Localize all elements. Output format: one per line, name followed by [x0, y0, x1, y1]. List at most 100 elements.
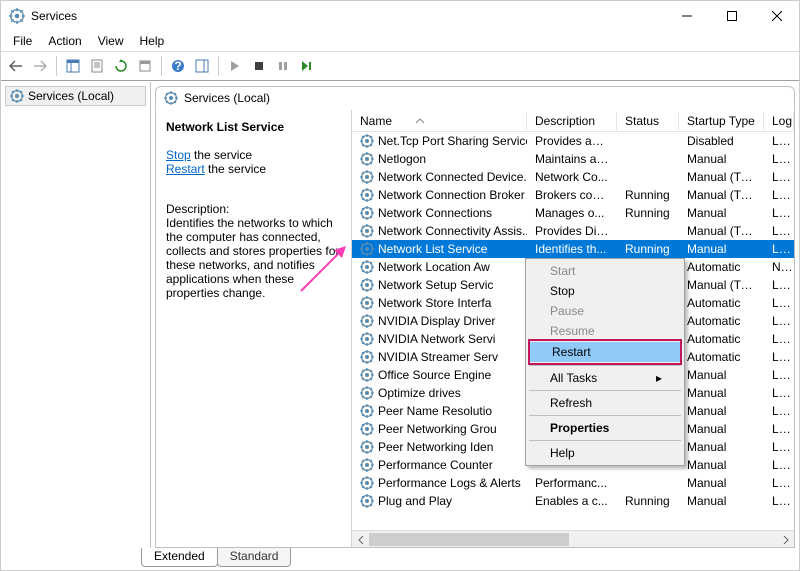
cell-startup: Automatic [679, 332, 764, 346]
refresh-button[interactable] [110, 55, 132, 77]
start-service-button[interactable] [224, 55, 246, 77]
cell-logon: Loc [764, 386, 794, 400]
ctx-restart[interactable]: Restart [530, 342, 680, 362]
cell-logon: Loc [764, 404, 794, 418]
cell-name: Netlogon [378, 152, 426, 166]
cell-name: NVIDIA Network Servi [378, 332, 495, 346]
cell-status: Running [617, 188, 679, 202]
gear-icon [164, 91, 178, 105]
tab-standard[interactable]: Standard [217, 548, 292, 567]
show-hide-tree-button[interactable] [62, 55, 84, 77]
table-row[interactable]: Network ConnectionsManages o...RunningMa… [352, 204, 794, 222]
tree-node-services-local[interactable]: Services (Local) [5, 86, 146, 106]
cell-name: Plug and Play [378, 494, 452, 508]
menu-view[interactable]: View [90, 32, 132, 50]
help-button[interactable]: ? [167, 55, 189, 77]
cell-startup: Manual [679, 440, 764, 454]
cell-description: Provides abi... [527, 134, 617, 148]
minimize-button[interactable] [664, 1, 709, 31]
gear-icon [360, 224, 374, 238]
cell-startup: Disabled [679, 134, 764, 148]
col-startup[interactable]: Startup Type [679, 112, 764, 130]
gear-icon [360, 170, 374, 184]
cell-logon: Loc [764, 224, 794, 238]
ctx-all-tasks[interactable]: All Tasks▸ [528, 368, 682, 388]
properties-button[interactable] [134, 55, 156, 77]
back-button[interactable] [5, 55, 27, 77]
col-name[interactable]: Name [352, 112, 527, 130]
ctx-stop[interactable]: Stop [528, 281, 682, 301]
table-row[interactable]: Network Connection BrokerBrokers con...R… [352, 186, 794, 204]
menu-action[interactable]: Action [40, 32, 89, 50]
cell-logon: Loc [764, 458, 794, 472]
maximize-button[interactable] [709, 1, 754, 31]
cell-startup: Manual (Trig... [679, 278, 764, 292]
gear-icon [360, 206, 374, 220]
stop-service-button[interactable] [248, 55, 270, 77]
detail-pane: Network List Service Stop the service Re… [156, 110, 351, 547]
table-row[interactable]: Performance Logs & AlertsPerformanc...Ma… [352, 474, 794, 492]
cell-logon: Net [764, 260, 794, 274]
ctx-refresh[interactable]: Refresh [528, 393, 682, 413]
cell-name: Network Connected Device... [378, 170, 527, 184]
cell-logon: Loc [764, 332, 794, 346]
toolbar: ? [1, 51, 799, 81]
description-text: Identifies the networks to which the com… [166, 216, 341, 300]
col-logon[interactable]: Log [764, 112, 794, 130]
scroll-right-icon[interactable] [777, 531, 794, 547]
table-row[interactable]: Network List ServiceIdentifies th...Runn… [352, 240, 794, 258]
cell-name: Network Setup Servic [378, 278, 493, 292]
app-icon [9, 8, 25, 24]
gear-icon [360, 278, 374, 292]
ctx-properties[interactable]: Properties [528, 418, 682, 438]
menu-file[interactable]: File [5, 32, 40, 50]
gear-icon [360, 350, 374, 364]
window-title: Services [31, 9, 664, 23]
gear-icon [360, 440, 374, 454]
cell-logon: Loc [764, 494, 794, 508]
cell-logon: Loc [764, 314, 794, 328]
horizontal-scrollbar[interactable] [352, 530, 794, 547]
scroll-thumb[interactable] [369, 533, 569, 546]
context-menu: Start Stop Pause Resume Restart All Task… [525, 258, 685, 466]
pause-service-button[interactable] [272, 55, 294, 77]
cell-startup: Manual [679, 206, 764, 220]
col-description[interactable]: Description [527, 112, 617, 130]
gear-icon [360, 152, 374, 166]
cell-logon: Loc [764, 134, 794, 148]
table-row[interactable]: Network Connectivity Assis...Provides Di… [352, 222, 794, 240]
menu-help[interactable]: Help [132, 32, 173, 50]
cell-startup: Manual [679, 242, 764, 256]
cell-name: Office Source Engine [378, 368, 491, 382]
cell-startup: Automatic [679, 314, 764, 328]
restart-link[interactable]: Restart [166, 162, 205, 176]
cell-description: Network Co... [527, 170, 617, 184]
restart-service-button[interactable] [296, 55, 318, 77]
table-row[interactable]: Network Connected Device...Network Co...… [352, 168, 794, 186]
svg-text:?: ? [174, 59, 181, 73]
cell-logon: Loc [764, 350, 794, 364]
cell-name: Network Connections [378, 206, 492, 220]
cell-name: Network List Service [378, 242, 487, 256]
cell-startup: Manual [679, 476, 764, 490]
forward-button[interactable] [29, 55, 51, 77]
cell-startup: Manual [679, 152, 764, 166]
table-row[interactable]: NetlogonMaintains a ...ManualLoc [352, 150, 794, 168]
col-status[interactable]: Status [617, 112, 679, 130]
cell-logon: Loc [764, 422, 794, 436]
close-button[interactable] [754, 1, 799, 31]
ctx-resume: Resume [528, 321, 682, 341]
scroll-left-icon[interactable] [352, 531, 369, 547]
action-pane-button[interactable] [191, 55, 213, 77]
stop-link[interactable]: Stop [166, 148, 191, 162]
cell-startup: Manual [679, 458, 764, 472]
table-row[interactable]: Net.Tcp Port Sharing ServiceProvides abi… [352, 132, 794, 150]
tab-extended[interactable]: Extended [141, 548, 218, 567]
cell-name: Performance Counter [378, 458, 493, 472]
cell-startup: Automatic [679, 350, 764, 364]
gear-icon [360, 188, 374, 202]
ctx-help[interactable]: Help [528, 443, 682, 463]
table-row[interactable]: Plug and PlayEnables a c...RunningManual… [352, 492, 794, 510]
title-bar: Services [1, 1, 799, 31]
export-list-button[interactable] [86, 55, 108, 77]
